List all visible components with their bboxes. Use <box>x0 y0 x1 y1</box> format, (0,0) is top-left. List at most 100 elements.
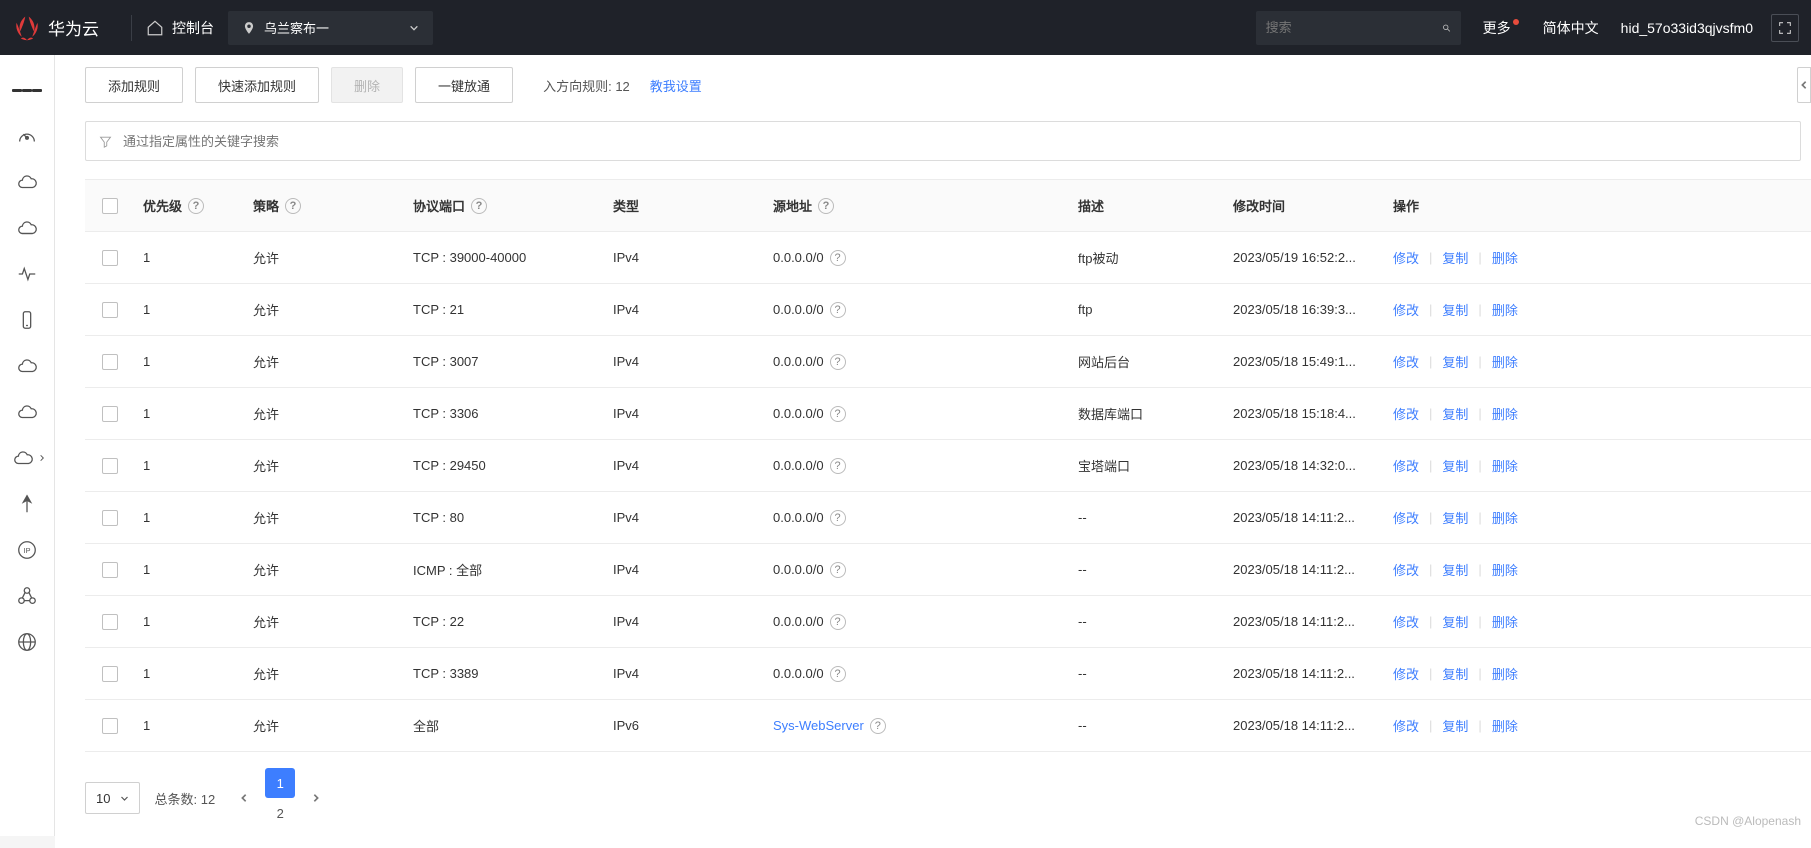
row-checkbox[interactable] <box>102 250 118 266</box>
global-search[interactable] <box>1256 11 1461 45</box>
modify-link[interactable]: 修改 <box>1393 300 1419 319</box>
delete-link[interactable]: 删除 <box>1492 716 1518 735</box>
row-checkbox[interactable] <box>102 718 118 734</box>
rail-item-storage[interactable] <box>12 213 42 243</box>
modify-link[interactable]: 修改 <box>1393 404 1419 423</box>
notification-dot-icon <box>1513 19 1519 25</box>
delete-link[interactable]: 删除 <box>1492 612 1518 631</box>
copy-link[interactable]: 复制 <box>1442 248 1468 267</box>
row-checkbox[interactable] <box>102 666 118 682</box>
help-icon[interactable]: ? <box>830 562 846 578</box>
modify-link[interactable]: 修改 <box>1393 456 1419 475</box>
copy-link[interactable]: 复制 <box>1442 404 1468 423</box>
page-size-picker[interactable]: 10 <box>85 782 140 814</box>
source-link[interactable]: Sys-WebServer <box>773 718 864 733</box>
rail-item-cloud-4[interactable] <box>8 443 38 473</box>
rail-item-dashboard[interactable] <box>12 121 42 151</box>
rail-item-cluster[interactable] <box>12 581 42 611</box>
region-picker[interactable]: 乌兰察布一 <box>228 11 433 45</box>
copy-link[interactable]: 复制 <box>1442 716 1468 735</box>
help-icon[interactable]: ? <box>830 406 846 422</box>
language-picker[interactable]: 简体中文 <box>1543 18 1599 38</box>
one-click-allow-button[interactable]: 一键放通 <box>415 67 513 103</box>
rail-item-deploy[interactable] <box>12 489 42 519</box>
help-icon[interactable]: ? <box>830 354 846 370</box>
copy-link[interactable]: 复制 <box>1442 456 1468 475</box>
inbound-label: 入方向规则: <box>543 79 612 94</box>
help-icon[interactable]: ? <box>285 198 301 214</box>
next-page-button[interactable] <box>301 783 331 813</box>
help-icon[interactable]: ? <box>830 666 846 682</box>
row-checkbox[interactable] <box>102 458 118 474</box>
rail-item-cloud-2[interactable] <box>12 351 42 381</box>
modify-link[interactable]: 修改 <box>1393 352 1419 371</box>
row-checkbox[interactable] <box>102 510 118 526</box>
row-checkbox[interactable] <box>102 406 118 422</box>
delete-link[interactable]: 删除 <box>1492 508 1518 527</box>
modify-link[interactable]: 修改 <box>1393 248 1419 267</box>
row-checkbox[interactable] <box>102 302 118 318</box>
quick-add-rule-button[interactable]: 快速添加规则 <box>195 67 319 103</box>
filter-input[interactable] <box>123 134 1788 149</box>
help-icon[interactable]: ? <box>818 198 834 214</box>
pagination: 10 总条数: 12 12 <box>85 768 1811 828</box>
more-link[interactable]: 更多 <box>1483 18 1521 38</box>
user-menu[interactable]: hid_57o33id3qjvsfm0 <box>1621 20 1753 36</box>
help-icon[interactable]: ? <box>830 250 846 266</box>
ip-icon: IP <box>16 539 38 561</box>
page-number-button[interactable]: 2 <box>265 798 295 828</box>
prev-page-button[interactable] <box>229 783 259 813</box>
row-checkbox[interactable] <box>102 614 118 630</box>
menu-toggle[interactable] <box>12 75 42 105</box>
copy-link[interactable]: 复制 <box>1442 560 1468 579</box>
copy-link[interactable]: 复制 <box>1442 300 1468 319</box>
teach-me-link[interactable]: 教我设置 <box>650 76 702 95</box>
console-link[interactable]: 控制台 <box>146 18 214 38</box>
copy-link[interactable]: 复制 <box>1442 508 1468 527</box>
row-checkbox[interactable] <box>102 354 118 370</box>
copy-link[interactable]: 复制 <box>1442 352 1468 371</box>
add-rule-button[interactable]: 添加规则 <box>85 67 183 103</box>
copy-link[interactable]: 复制 <box>1442 664 1468 683</box>
modify-link[interactable]: 修改 <box>1393 612 1419 631</box>
help-icon[interactable]: ? <box>188 198 204 214</box>
select-all-checkbox[interactable] <box>102 198 118 214</box>
source-value: 0.0.0.0/0 <box>773 302 824 317</box>
delete-link[interactable]: 删除 <box>1492 404 1518 423</box>
source-value: 0.0.0.0/0 <box>773 562 824 577</box>
desc-value: -- <box>1078 562 1087 577</box>
rail-item-cloud-3[interactable] <box>12 397 42 427</box>
global-search-input[interactable] <box>1266 20 1442 35</box>
help-icon[interactable]: ? <box>830 302 846 318</box>
page-number-button[interactable]: 1 <box>265 768 295 798</box>
help-icon[interactable]: ? <box>870 718 886 734</box>
help-icon[interactable]: ? <box>830 510 846 526</box>
delete-link[interactable]: 删除 <box>1492 300 1518 319</box>
collapse-panel-button[interactable] <box>1797 67 1811 103</box>
modify-link[interactable]: 修改 <box>1393 716 1419 735</box>
modify-link[interactable]: 修改 <box>1393 560 1419 579</box>
copy-link[interactable]: 复制 <box>1442 612 1468 631</box>
delete-link[interactable]: 删除 <box>1492 352 1518 371</box>
row-checkbox[interactable] <box>102 562 118 578</box>
type-value: IPv4 <box>613 510 639 525</box>
delete-link[interactable]: 删除 <box>1492 248 1518 267</box>
help-icon[interactable]: ? <box>830 614 846 630</box>
delete-link[interactable]: 删除 <box>1492 664 1518 683</box>
delete-link[interactable]: 删除 <box>1492 456 1518 475</box>
filter-bar[interactable] <box>85 121 1801 161</box>
modify-link[interactable]: 修改 <box>1393 508 1419 527</box>
policy-value: 允许 <box>253 404 279 423</box>
rail-item-device[interactable] <box>12 305 42 335</box>
help-icon[interactable]: ? <box>471 198 487 214</box>
rail-item-cloud[interactable] <box>12 167 42 197</box>
rail-item-monitor[interactable] <box>12 259 42 289</box>
delete-link[interactable]: 删除 <box>1492 560 1518 579</box>
top-bar: 华为云 控制台 乌兰察布一 更多 简体中文 hid_57o33id3qjvsfm… <box>0 0 1811 55</box>
fullscreen-button[interactable] <box>1771 14 1799 42</box>
help-icon[interactable]: ? <box>830 458 846 474</box>
modify-link[interactable]: 修改 <box>1393 664 1419 683</box>
rail-item-ip[interactable]: IP <box>12 535 42 565</box>
rail-item-globe[interactable] <box>12 627 42 657</box>
priority-value: 1 <box>143 250 150 265</box>
